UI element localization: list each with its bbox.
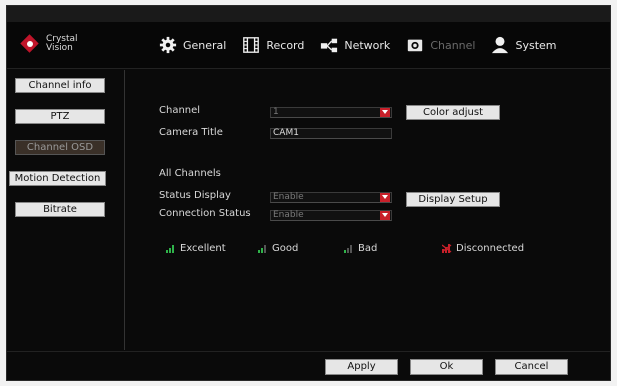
logo: Crystal Vision — [20, 34, 78, 54]
nav-channel[interactable]: Channel — [406, 36, 475, 54]
nav-record[interactable]: Record — [242, 36, 304, 54]
nav-network-label: Network — [344, 38, 391, 52]
logo-text: Crystal Vision — [46, 35, 78, 53]
nav-system-label: System — [515, 38, 557, 52]
all-channels-label: All Channels — [159, 168, 221, 179]
nav-system[interactable]: System — [491, 36, 557, 54]
signal-good-icon — [258, 244, 267, 253]
signal-excellent-icon — [166, 244, 175, 253]
connection-status-label: Connection Status — [159, 208, 251, 219]
sidebar-item-label: Channel OSD — [26, 142, 94, 153]
legend-excellent-label: Excellent — [180, 243, 226, 254]
footer-bar: Apply Ok Cancel — [7, 351, 610, 381]
color-adjust-button[interactable]: Color adjust — [406, 105, 500, 120]
nav-record-label: Record — [266, 38, 305, 52]
camera-title-value: CAM1 — [273, 128, 299, 138]
film-icon — [243, 37, 260, 53]
legend-bad: Bad — [344, 243, 377, 254]
sidebar-item-label: Motion Detection — [14, 173, 101, 184]
logo-mark-icon — [20, 34, 40, 54]
camera-title-label: Camera Title — [159, 127, 223, 138]
apply-button[interactable]: Apply — [325, 359, 398, 375]
nav-general[interactable]: General — [159, 36, 226, 54]
sidebar-item-channel-info[interactable]: Channel info — [15, 78, 105, 93]
status-display-select[interactable]: Enable — [270, 192, 392, 203]
legend-excellent: Excellent — [166, 243, 226, 254]
disconnected-icon — [442, 244, 452, 253]
dropdown-arrow-icon — [380, 108, 390, 117]
sidebar-item-label: PTZ — [50, 111, 70, 122]
title-bar — [7, 6, 610, 22]
display-setup-button[interactable]: Display Setup — [406, 192, 500, 207]
signal-bad-icon — [344, 244, 353, 253]
camera-title-input[interactable]: CAM1 — [270, 128, 392, 139]
nav-network[interactable]: Network — [320, 36, 390, 54]
legend-good-label: Good — [272, 243, 299, 254]
nav-channel-label: Channel — [430, 38, 476, 52]
sidebar-item-motion-detection[interactable]: Motion Detection — [9, 171, 106, 186]
sidebar-item-label: Bitrate — [43, 204, 77, 215]
dropdown-arrow-icon — [380, 193, 390, 202]
ok-button[interactable]: Ok — [410, 359, 483, 375]
legend-bad-label: Bad — [358, 243, 378, 254]
gear-icon — [159, 36, 177, 54]
nav-general-label: General — [183, 38, 227, 52]
osd-settings-panel: Channel 1 Color adjust Camera Title CAM1… — [125, 69, 610, 351]
sidebar-item-channel-osd[interactable]: Channel OSD — [15, 140, 105, 155]
legend-good: Good — [258, 243, 298, 254]
status-display-label: Status Display — [159, 190, 231, 201]
sidebar-item-bitrate[interactable]: Bitrate — [15, 202, 105, 217]
logo-line-2: Vision — [46, 43, 73, 53]
header: Crystal Vision General Record Network Ch… — [7, 22, 610, 69]
status-display-value: Enable — [273, 192, 304, 202]
sidebar-item-ptz[interactable]: PTZ — [15, 109, 105, 124]
legend-disconnected-label: Disconnected — [456, 243, 525, 254]
channel-label: Channel — [159, 105, 201, 116]
dropdown-arrow-icon — [380, 211, 390, 220]
channel-select[interactable]: 1 — [270, 107, 392, 118]
connection-status-value: Enable — [273, 210, 304, 220]
sidebar: Channel info PTZ Channel OSD Motion Dete… — [7, 69, 119, 379]
cancel-button[interactable]: Cancel — [495, 359, 568, 375]
sidebar-item-label: Channel info — [28, 80, 92, 91]
main-nav: General Record Network Channel System — [159, 36, 573, 54]
network-icon — [321, 38, 338, 53]
channel-select-value: 1 — [273, 107, 279, 117]
connection-status-select[interactable]: Enable — [270, 210, 392, 221]
settings-window: Crystal Vision General Record Network Ch… — [6, 5, 611, 381]
camera-icon — [408, 39, 423, 52]
user-icon — [492, 36, 509, 54]
legend-disconnected: Disconnected — [442, 243, 524, 254]
